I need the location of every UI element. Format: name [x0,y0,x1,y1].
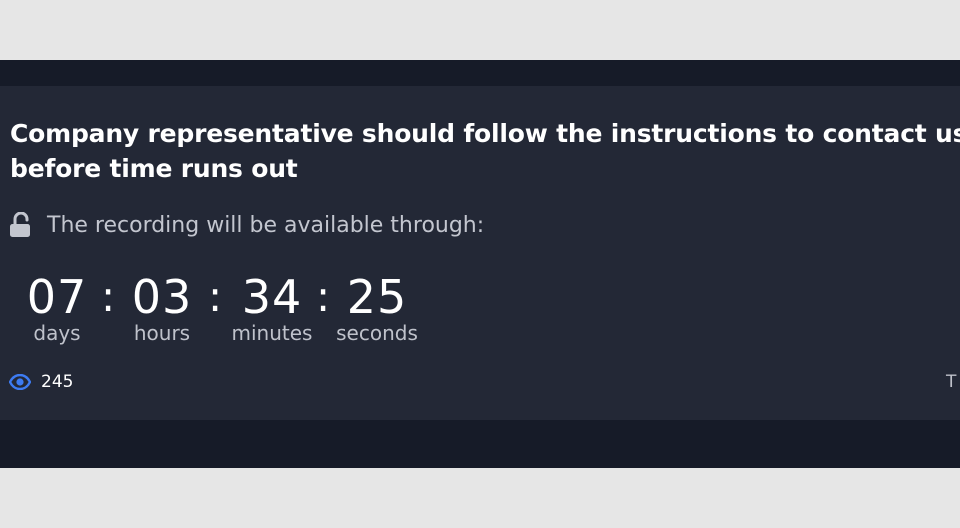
countdown-separator: : [208,272,223,321]
countdown-hours: 03 hours [124,270,200,344]
days-value: 07 [26,270,88,324]
unlocked-padlock-icon [9,211,33,238]
eye-icon [8,373,32,391]
countdown-separator: : [316,272,331,321]
view-count-value: 245 [41,372,74,392]
minutes-label: minutes [231,321,313,345]
seconds-value: 25 [346,270,408,324]
availability-text: The recording will be available through: [47,212,485,238]
countdown-minutes: 34 minutes [228,270,316,344]
headline-line-2: before time runs out [10,154,298,183]
card-headline: Company representative should follow the… [10,116,960,186]
view-count: 245 [8,372,74,392]
hours-value: 03 [131,270,193,324]
minutes-value: 34 [241,270,303,324]
countdown-days: 07 days [24,270,90,344]
days-label: days [33,321,81,345]
seconds-label: seconds [336,321,418,345]
hours-label: hours [133,321,191,345]
headline-line-1: Company representative should follow the… [10,119,960,148]
countdown-seconds: 25 seconds [334,270,420,344]
availability-row: The recording will be available through: [9,210,484,240]
recording-card: Company representative should follow the… [0,86,960,420]
truncated-edge-text: T [946,372,957,392]
countdown-separator: : [101,272,116,321]
